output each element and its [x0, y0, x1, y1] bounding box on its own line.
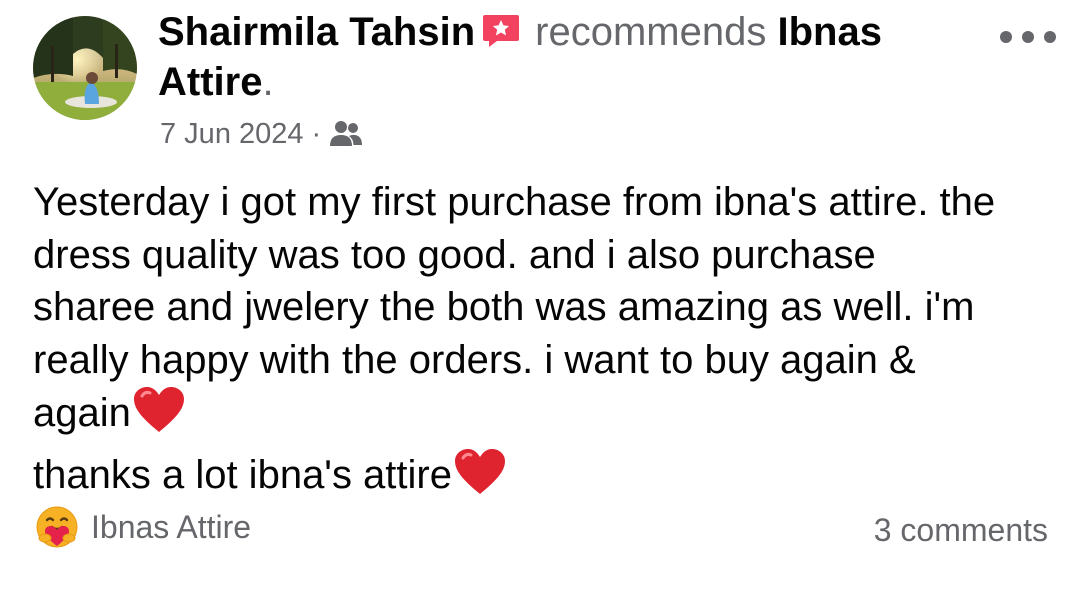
post-text-line: dress quality was too good. and i also p… — [33, 232, 876, 277]
reaction-label: Ibnas Attire — [91, 508, 252, 545]
post-meta: 7 Jun 2024 · — [160, 116, 363, 152]
meta-separator: · — [311, 118, 322, 150]
avatar-image — [33, 16, 137, 120]
post-text-line-with-heart: thanks a lot ibna's attire — [33, 448, 1053, 510]
heart-emoji-icon — [132, 386, 186, 448]
comments-count-link[interactable]: 3 comments — [874, 512, 1048, 549]
post-footer: Ibnas Attire 3 comments — [35, 505, 1048, 551]
recommend-badge-icon — [481, 13, 521, 59]
post-text-line: Yesterday i got my first purchase from i… — [33, 180, 996, 224]
post-date[interactable]: 7 Jun 2024 — [160, 116, 304, 152]
post-text-line: really happy with the orders. i want to … — [33, 337, 916, 382]
reactions-summary[interactable]: Ibnas Attire — [35, 505, 251, 549]
more-dot-icon — [1022, 31, 1034, 43]
author-name[interactable]: Shairmila Tahsin — [158, 10, 475, 54]
author-avatar[interactable] — [33, 16, 137, 120]
post-header: Shairmila Tahsin recommends Ibnas Attire… — [158, 9, 958, 105]
recommends-label: recommends — [535, 10, 767, 54]
more-dot-icon — [1044, 31, 1056, 43]
header-period: . — [262, 60, 274, 104]
heart-emoji-icon — [453, 448, 507, 510]
post-text-line: thanks a lot ibna's attire — [33, 452, 452, 497]
post-text-line-with-heart: again — [33, 386, 1053, 448]
more-options-button[interactable] — [1000, 27, 1056, 47]
post-text-line: again — [33, 391, 131, 435]
post-body: Yesterday i got my first purchase from i… — [33, 176, 1053, 509]
more-dot-icon — [1000, 31, 1012, 43]
post-text-line: sharee and jwelery the both was amazing … — [33, 285, 975, 329]
friends-icon[interactable] — [329, 119, 363, 149]
care-reaction-icon — [35, 505, 91, 549]
